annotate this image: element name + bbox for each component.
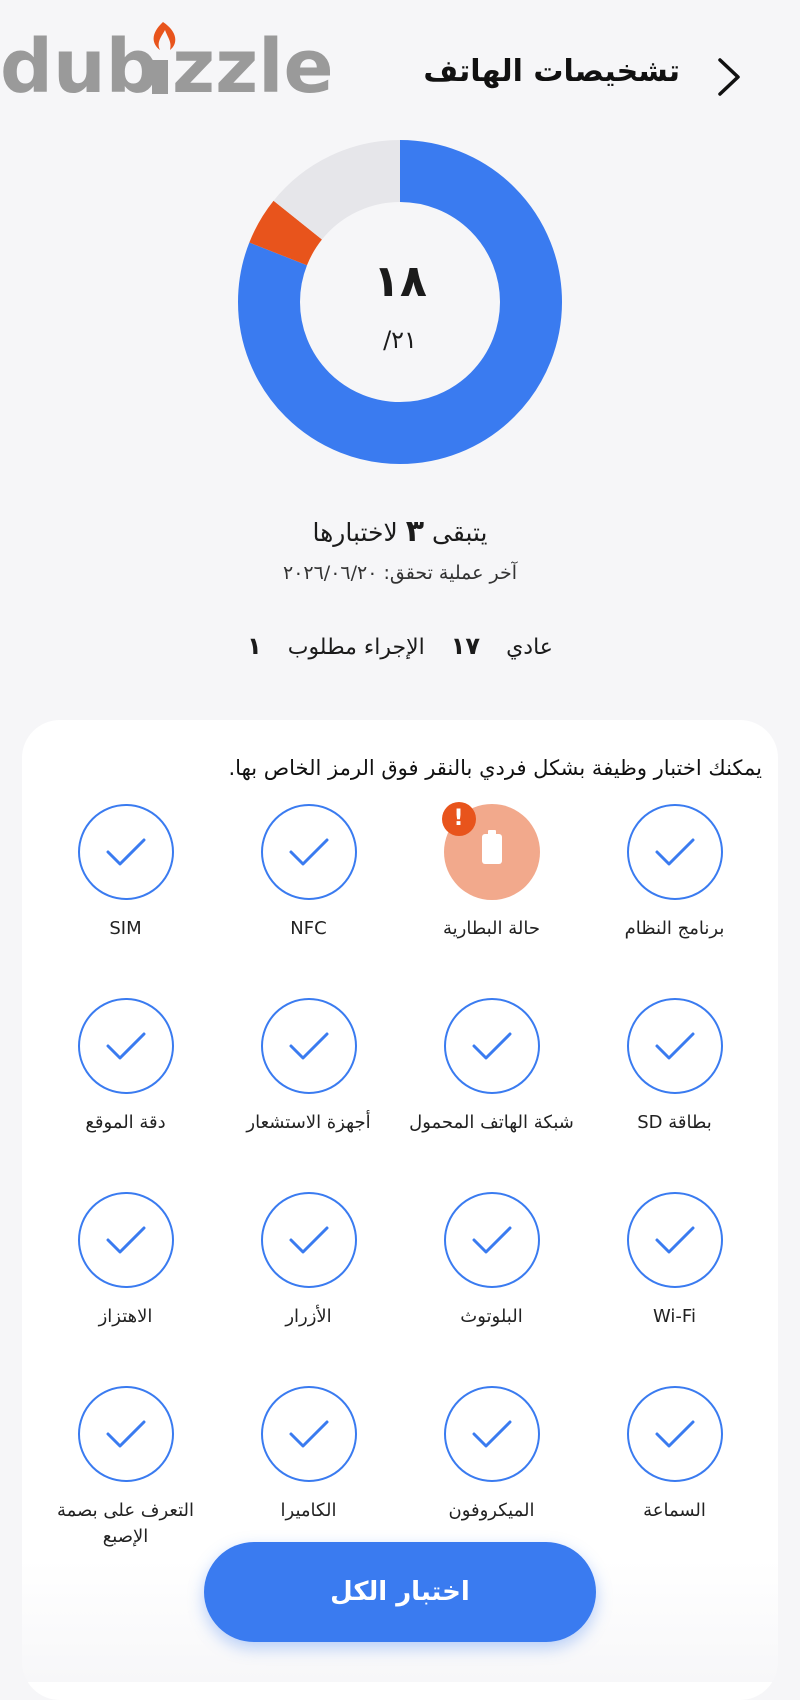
summary-row: عادي ١٧ الإجراء مطلوب ١ bbox=[0, 632, 800, 660]
test-item-label: شبكة الهاتف المحمول bbox=[409, 1112, 574, 1133]
checkmark-icon[interactable] bbox=[77, 1386, 174, 1482]
test-item[interactable]: الكاميرا bbox=[217, 1386, 400, 1524]
chevron-right-icon[interactable] bbox=[712, 54, 746, 100]
checkmark-icon[interactable] bbox=[443, 1386, 540, 1482]
test-item-label: SIM bbox=[109, 918, 142, 939]
test-item-label: الاهتزاز bbox=[98, 1306, 153, 1327]
checkmark-icon[interactable] bbox=[443, 998, 540, 1094]
checkmark-icon[interactable] bbox=[626, 1386, 723, 1482]
test-item-label: أجهزة الاستشعار bbox=[246, 1112, 371, 1133]
test-item-label: Wi-Fi bbox=[653, 1306, 696, 1327]
checkmark-icon[interactable] bbox=[626, 804, 723, 900]
normal-count: ١٧ bbox=[450, 632, 481, 660]
score-passed: ١٨ bbox=[373, 256, 427, 307]
test-item[interactable]: ! حالة البطارية bbox=[400, 802, 583, 942]
remaining-prefix: يتبقى bbox=[431, 518, 488, 547]
test-item-label: NFC bbox=[290, 918, 327, 939]
test-item[interactable]: بطاقة SD bbox=[583, 998, 766, 1136]
checkmark-icon[interactable] bbox=[626, 1192, 723, 1288]
action-required-label: الإجراء مطلوب bbox=[287, 635, 425, 660]
test-item-label: حالة البطارية bbox=[443, 918, 540, 939]
test-item[interactable]: الأزرار bbox=[217, 1192, 400, 1330]
test-item[interactable]: SIM bbox=[34, 804, 217, 942]
battery-icon[interactable]: ! bbox=[441, 802, 540, 900]
checkmark-icon[interactable] bbox=[260, 1192, 357, 1288]
svg-text:zzle: zzle bbox=[172, 24, 330, 106]
normal-label: عادي bbox=[506, 635, 553, 660]
warning-badge-icon: ! bbox=[441, 802, 476, 836]
test-item[interactable]: السماعة bbox=[583, 1386, 766, 1524]
checkmark-icon[interactable] bbox=[77, 998, 174, 1094]
test-item-label: برنامج النظام bbox=[624, 918, 725, 939]
score-center: ١٨ /٢١ bbox=[238, 140, 562, 464]
checkmark-icon[interactable] bbox=[77, 804, 174, 900]
checkmark-icon[interactable] bbox=[260, 1386, 357, 1482]
checkmark-icon[interactable] bbox=[626, 998, 723, 1094]
checkmark-icon[interactable] bbox=[260, 804, 357, 900]
panel-instruction: يمكنك اختبار وظيفة بشكل فردي بالنقر فوق … bbox=[228, 756, 763, 780]
last-check-date: آخر عملية تحقق: ٢٠٢٦/٠٦/٢٠ bbox=[282, 562, 518, 584]
action-required-count: ١ bbox=[247, 632, 262, 660]
test-item[interactable]: NFC bbox=[217, 804, 400, 942]
page-title: تشخيصات الهاتف bbox=[423, 54, 680, 89]
test-item-label: التعرف على بصمة الإصبع bbox=[56, 1500, 194, 1547]
test-item[interactable]: الميكروفون bbox=[400, 1386, 583, 1524]
checkmark-icon[interactable] bbox=[260, 998, 357, 1094]
test-item[interactable]: برنامج النظام bbox=[583, 804, 766, 942]
score-total: /٢١ bbox=[383, 326, 417, 354]
test-item-label: البلوتوث bbox=[460, 1306, 523, 1327]
test-item[interactable]: الاهتزاز bbox=[34, 1192, 217, 1330]
remaining-status: يتبقى ٣ لاختبارها bbox=[0, 514, 800, 549]
checkmark-icon[interactable] bbox=[77, 1192, 174, 1288]
test-item-label: الميكروفون bbox=[448, 1500, 535, 1521]
test-item[interactable]: Wi-Fi bbox=[583, 1192, 766, 1330]
remaining-suffix: لاختبارها bbox=[312, 518, 398, 547]
svg-text:dub: dub bbox=[0, 24, 159, 106]
test-item-label: دقة الموقع bbox=[85, 1112, 166, 1133]
dubizzle-logo: dub zzle bbox=[0, 22, 330, 106]
test-item[interactable]: دقة الموقع bbox=[34, 998, 217, 1136]
test-item[interactable]: البلوتوث bbox=[400, 1192, 583, 1330]
test-item[interactable]: شبكة الهاتف المحمول bbox=[400, 998, 583, 1136]
test-item[interactable]: أجهزة الاستشعار bbox=[217, 998, 400, 1136]
test-item-label: بطاقة SD bbox=[637, 1112, 712, 1133]
checkmark-icon[interactable] bbox=[443, 1192, 540, 1288]
test-all-button[interactable]: اختبار الكل bbox=[204, 1542, 596, 1642]
test-item[interactable]: التعرف على بصمة الإصبع bbox=[34, 1386, 217, 1550]
remaining-count: ٣ bbox=[405, 514, 425, 549]
test-item-label: السماعة bbox=[643, 1500, 706, 1521]
test-item-label: الكاميرا bbox=[280, 1500, 337, 1521]
test-item-label: الأزرار bbox=[285, 1306, 332, 1327]
